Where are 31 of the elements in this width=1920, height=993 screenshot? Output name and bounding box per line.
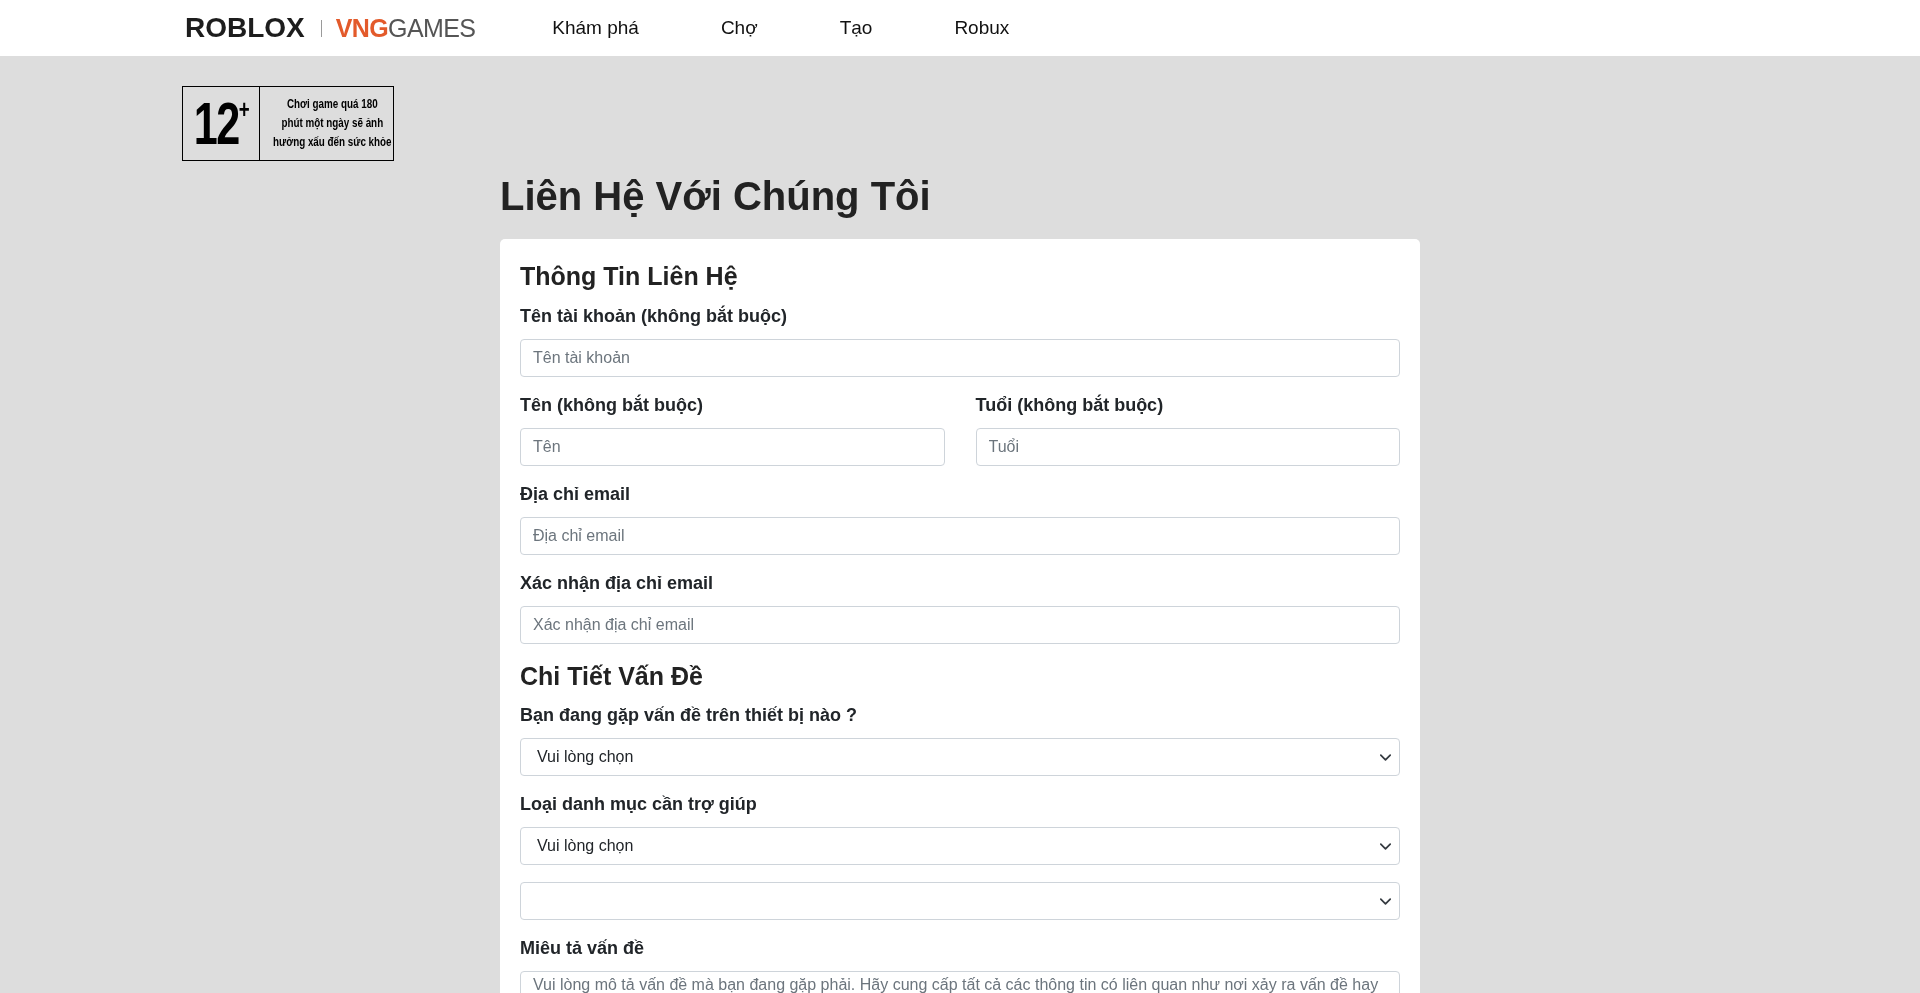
age-rating-number: 12$^{+}$: [193, 93, 249, 154]
field-label: Địa chỉ email: [520, 483, 632, 505]
logo-wordmark[interactable]: ROBLOX: [185, 12, 305, 44]
text-field[interactable]: Tên: [520, 428, 945, 466]
dropdown[interactable]: Vui lòng chọn: [520, 827, 1400, 865]
field-label: Miêu tả vấn đề: [520, 937, 646, 959]
section-heading: Thông Tin Liên Hệ: [520, 261, 739, 291]
field-label: Tuổi (không bắt buộc): [975, 394, 1165, 416]
field-label: Loại danh mục cần trợ giúp: [520, 793, 758, 815]
text-field[interactable]: Địa chỉ email: [520, 517, 1400, 555]
chevron-down-icon: [1380, 754, 1391, 761]
text-field[interactable]: Tuổi: [975, 428, 1400, 466]
text-field[interactable]: Tên tài khoản: [520, 339, 1400, 377]
field-label: Bạn đang gặp vấn đề trên thiết bị nào ?: [520, 704, 859, 726]
dropdown[interactable]: [520, 882, 1400, 920]
age-warning-text: Chơi game quá 180 phút một ngày sẽ ảnh hưởng xấu đến sức khỏe: [272, 96, 392, 151]
nav-link[interactable]: Tạo: [839, 16, 873, 40]
chevron-down-icon: [1380, 898, 1391, 905]
field-label: Tên tài khoản (không bắt buộc): [520, 305, 788, 327]
text-area[interactable]: Vui lòng mô tả vấn đề mà bạn đang gặp phải. Hãy cung cấp tất cả các thông tin có liên quan như nơi xảy ra vấn đề hay: [520, 971, 1400, 993]
field-label: Tên (không bắt buộc): [520, 394, 704, 416]
page-title: Liên Hệ Với Chúng Tôi: [500, 173, 932, 220]
chevron-down-icon: [1380, 843, 1391, 850]
field-label: Xác nhận địa chỉ email: [520, 572, 715, 594]
nav-link[interactable]: Chợ: [720, 16, 758, 40]
text-field[interactable]: Xác nhận địa chỉ email: [520, 606, 1400, 644]
nav-link[interactable]: Robux: [954, 16, 1010, 40]
partner-logo[interactable]: VNGGAMES: [335, 12, 476, 44]
dropdown[interactable]: Vui lòng chọn: [520, 738, 1400, 776]
section-heading: Chi Tiết Vấn Đề: [520, 661, 704, 691]
nav-link[interactable]: Khám phá: [552, 16, 639, 40]
